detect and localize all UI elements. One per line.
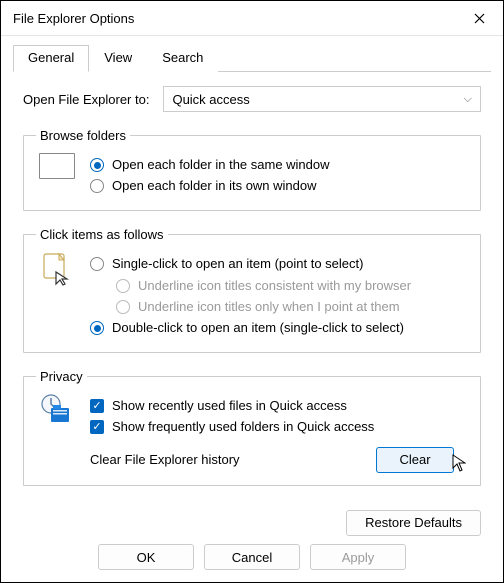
tab-view[interactable]: View xyxy=(89,45,147,72)
tab-search[interactable]: Search xyxy=(147,45,218,72)
open-explorer-value: Quick access xyxy=(172,92,249,107)
options-dialog: File Explorer Options General View Searc… xyxy=(0,0,504,583)
privacy-icon xyxy=(36,394,78,472)
click-items-legend: Click items as follows xyxy=(36,227,168,242)
browse-folder-icon xyxy=(36,153,78,198)
radio-icon xyxy=(90,321,104,335)
click-items-group: Click items as follows Single-click to o… xyxy=(23,227,481,353)
radio-single-click-label: Single-click to open an item (point to s… xyxy=(112,255,363,273)
radio-underline-point-label: Underline icon titles only when I point … xyxy=(138,298,400,316)
window-title: File Explorer Options xyxy=(13,11,134,26)
radio-double-click[interactable]: Double-click to open an item (single-cli… xyxy=(90,319,468,337)
check-recent-files[interactable]: Show recently used files in Quick access xyxy=(90,397,468,415)
title-bar: File Explorer Options xyxy=(1,1,503,36)
dialog-footer: OK Cancel Apply xyxy=(1,544,503,570)
privacy-group: Privacy Show recently used fil xyxy=(23,369,481,485)
radio-underline-browser: Underline icon titles consistent with my… xyxy=(116,277,468,295)
radio-icon xyxy=(90,179,104,193)
check-frequent-folders[interactable]: Show frequently used folders in Quick ac… xyxy=(90,418,468,436)
browse-folders-group: Browse folders Open each folder in the s… xyxy=(23,128,481,211)
apply-button[interactable]: Apply xyxy=(310,544,406,570)
radio-own-window[interactable]: Open each folder in its own window xyxy=(90,177,468,195)
tab-general[interactable]: General xyxy=(13,45,89,72)
check-frequent-folders-label: Show frequently used folders in Quick ac… xyxy=(112,418,374,436)
tabs-row: General View Search xyxy=(13,36,491,72)
open-explorer-label: Open File Explorer to: xyxy=(23,92,149,107)
browse-folders-legend: Browse folders xyxy=(36,128,130,143)
click-items-icon xyxy=(36,252,78,340)
open-explorer-select[interactable]: Quick access ⌵ xyxy=(163,86,481,112)
cancel-button[interactable]: Cancel xyxy=(204,544,300,570)
radio-icon xyxy=(116,279,130,293)
open-explorer-row: Open File Explorer to: Quick access ⌵ xyxy=(23,86,481,112)
radio-same-window-label: Open each folder in the same window xyxy=(112,156,330,174)
privacy-legend: Privacy xyxy=(36,369,87,384)
radio-double-click-label: Double-click to open an item (single-cli… xyxy=(112,319,404,337)
checkbox-icon xyxy=(90,399,104,413)
ok-button[interactable]: OK xyxy=(98,544,194,570)
radio-underline-point: Underline icon titles only when I point … xyxy=(116,298,468,316)
radio-single-click[interactable]: Single-click to open an item (point to s… xyxy=(90,255,468,273)
close-button[interactable] xyxy=(463,7,495,29)
check-recent-files-label: Show recently used files in Quick access xyxy=(112,397,347,415)
radio-icon xyxy=(90,257,104,271)
radio-icon xyxy=(116,300,130,314)
radio-own-window-label: Open each folder in its own window xyxy=(112,177,317,195)
chevron-down-icon: ⌵ xyxy=(464,93,472,106)
clear-button[interactable]: Clear xyxy=(376,447,454,473)
close-icon xyxy=(474,13,485,24)
restore-defaults-button[interactable]: Restore Defaults xyxy=(346,510,481,536)
clear-history-label: Clear File Explorer history xyxy=(90,452,240,467)
tab-content: Open File Explorer to: Quick access ⌵ Br… xyxy=(1,72,503,510)
radio-underline-browser-label: Underline icon titles consistent with my… xyxy=(138,277,411,295)
checkbox-icon xyxy=(90,420,104,434)
cursor-icon xyxy=(452,454,466,472)
radio-icon xyxy=(90,158,104,172)
radio-same-window[interactable]: Open each folder in the same window xyxy=(90,156,468,174)
